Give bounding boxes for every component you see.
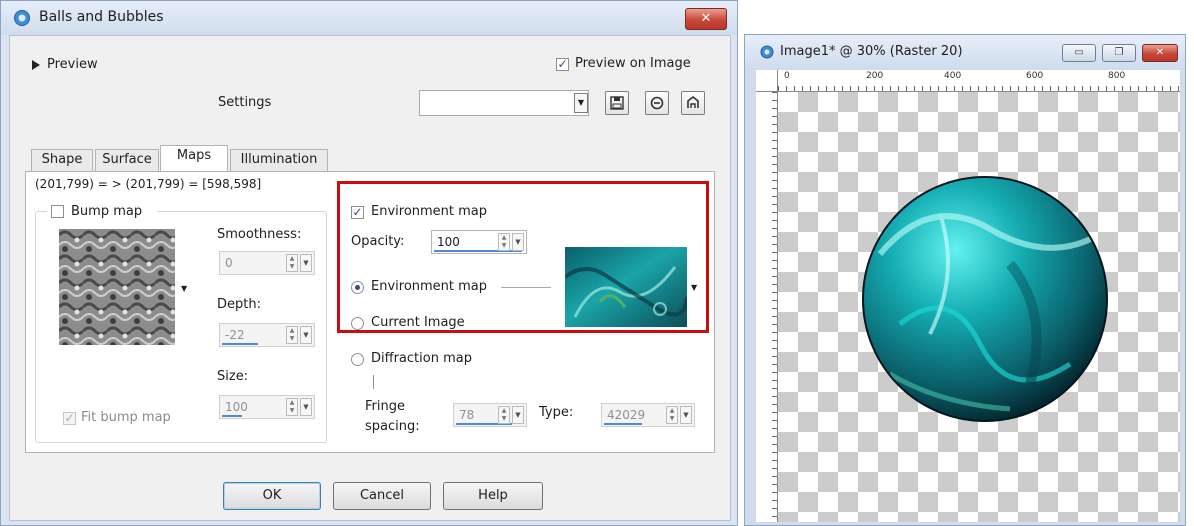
type-value: 42029 — [607, 408, 646, 422]
dropdown-arrow-icon[interactable]: ▼ — [680, 406, 692, 424]
preview-on-image-label[interactable]: Preview on Image — [575, 56, 691, 71]
ruler-label: 400 — [944, 71, 962, 81]
ruler-label: 800 — [1108, 71, 1126, 81]
image-window-title: Image1* @ 30% (Raster 20) — [780, 44, 963, 59]
dropdown-arrow-icon[interactable]: ▼ — [300, 326, 312, 344]
connector-line — [501, 287, 551, 288]
tab-surface[interactable]: Surface — [95, 149, 159, 171]
environment-map-checkbox[interactable]: ✓ — [351, 206, 364, 219]
ruler-corner — [756, 70, 778, 92]
ok-button[interactable]: OK — [223, 482, 321, 510]
size-label: Size: — [217, 369, 249, 384]
diffraction-connector-line — [373, 375, 374, 389]
save-preset-button[interactable] — [605, 91, 629, 115]
fringe-label: Fringe — [365, 399, 405, 414]
restore-button[interactable]: ❐ — [1102, 44, 1136, 62]
dialog-titlebar[interactable]: Balls and Bubbles ✕ — [1, 1, 737, 35]
ruler-label: 600 — [1026, 71, 1044, 81]
bump-map-header: Bump map — [47, 203, 157, 221]
balls-and-bubbles-dialog: Balls and Bubbles ✕ Preview ✓ Preview on… — [0, 0, 738, 526]
smoothness-spinbox[interactable]: 0 ▲ ▼ ▼ — [219, 251, 315, 275]
radio-diffraction-map[interactable] — [351, 353, 364, 366]
spacing-label: spacing: — [365, 419, 420, 434]
dialog-close-button[interactable]: ✕ — [685, 8, 727, 30]
fit-bump-map-checkbox[interactable]: ✓ — [63, 412, 76, 425]
settings-label: Settings — [218, 95, 272, 110]
tab-illumination[interactable]: Illumination — [230, 149, 328, 171]
reset-button[interactable] — [681, 91, 705, 115]
reset-icon — [687, 96, 699, 108]
spin-arrows-icon[interactable]: ▲ ▼ — [498, 406, 510, 424]
tab-maps[interactable]: Maps — [160, 145, 228, 171]
sphere-ball — [862, 176, 1108, 422]
tab-shape[interactable]: Shape — [31, 149, 93, 171]
fringe-spacing-spinbox[interactable]: 78 ▲ ▼ ▼ — [453, 403, 527, 427]
environment-map-thumbnail[interactable] — [565, 247, 687, 327]
radio-environment-map[interactable] — [351, 281, 364, 294]
save-icon — [610, 96, 624, 110]
bump-map-dropdown-arrow-icon[interactable]: ▼ — [181, 284, 187, 293]
dropdown-arrow-icon[interactable]: ▼ — [512, 233, 524, 251]
ruler-label: 200 — [866, 71, 884, 81]
app-logo-icon — [760, 45, 774, 59]
dropdown-arrow-icon[interactable]: ▼ — [512, 406, 524, 424]
dropdown-arrow-icon[interactable]: ▼ — [300, 254, 312, 272]
radio-environment-map-label[interactable]: Environment map — [371, 279, 487, 294]
image-close-button[interactable]: ✕ — [1142, 44, 1178, 62]
bump-map-label[interactable]: Bump map — [71, 204, 142, 219]
help-button[interactable]: Help — [443, 482, 543, 510]
dropdown-arrow-icon[interactable]: ▼ — [300, 398, 312, 416]
triangle-right-icon[interactable] — [31, 59, 41, 71]
delete-preset-button[interactable] — [645, 91, 669, 115]
opacity-value: 100 — [437, 235, 460, 249]
ruler-label: 0 — [784, 71, 790, 81]
spin-arrows-icon[interactable]: ▲ ▼ — [286, 326, 298, 344]
depth-label: Depth: — [217, 297, 261, 312]
settings-combo[interactable]: ▼ — [419, 90, 589, 116]
size-spinbox[interactable]: 100 ▲ ▼ ▼ — [219, 395, 315, 419]
type-label: Type: — [539, 405, 574, 420]
ruler-left — [756, 92, 778, 522]
radio-current-image[interactable] — [351, 317, 364, 330]
image-canvas[interactable] — [778, 92, 1180, 522]
type-spinbox[interactable]: 42029 ▲ ▼ ▼ — [601, 403, 695, 427]
cancel-button[interactable]: Cancel — [333, 482, 431, 510]
depth-underline — [222, 343, 258, 345]
depth-spinbox[interactable]: -22 ▲ ▼ ▼ — [219, 323, 315, 347]
opacity-label: Opacity: — [351, 234, 405, 249]
spin-arrows-icon[interactable]: ▲ ▼ — [666, 406, 678, 424]
opacity-spinbox[interactable]: 100 ▲ ▼ ▼ — [431, 230, 527, 254]
environment-dropdown-arrow-icon[interactable]: ▼ — [691, 283, 697, 292]
coords-readout: (201,799) = > (201,799) = [598,598] — [35, 177, 262, 191]
environment-map-label[interactable]: Environment map — [371, 204, 487, 219]
preview-toggle-label[interactable]: Preview — [47, 57, 98, 72]
minimize-button[interactable]: ▭ — [1062, 44, 1096, 62]
spin-arrows-icon[interactable]: ▲ ▼ — [286, 254, 298, 272]
ruler-top: 0 200 400 600 800 — [778, 70, 1180, 92]
radio-current-image-label[interactable]: Current Image — [371, 315, 465, 330]
preview-on-image-checkbox[interactable]: ✓ — [556, 58, 569, 71]
spin-arrows-icon[interactable]: ▲ ▼ — [498, 233, 510, 251]
diffraction-map-label[interactable]: Diffraction map — [371, 351, 472, 366]
bump-map-thumbnail[interactable] — [59, 229, 175, 345]
type-underline — [604, 423, 642, 425]
fringe-spacing-value: 78 — [459, 408, 475, 422]
fit-bump-map-label[interactable]: Fit bump map — [81, 410, 171, 425]
spin-arrows-icon[interactable]: ▲ ▼ — [286, 398, 298, 416]
size-underline — [222, 415, 242, 417]
size-value: 100 — [225, 400, 248, 414]
app-logo-icon — [14, 10, 30, 26]
smoothness-label: Smoothness: — [217, 227, 302, 242]
bump-map-checkbox[interactable] — [51, 205, 64, 218]
depth-value: -22 — [225, 328, 245, 342]
smoothness-value: 0 — [225, 256, 233, 270]
dropdown-arrow-icon[interactable]: ▼ — [574, 93, 588, 113]
dialog-title: Balls and Bubbles — [39, 9, 164, 25]
delete-icon — [650, 96, 664, 110]
